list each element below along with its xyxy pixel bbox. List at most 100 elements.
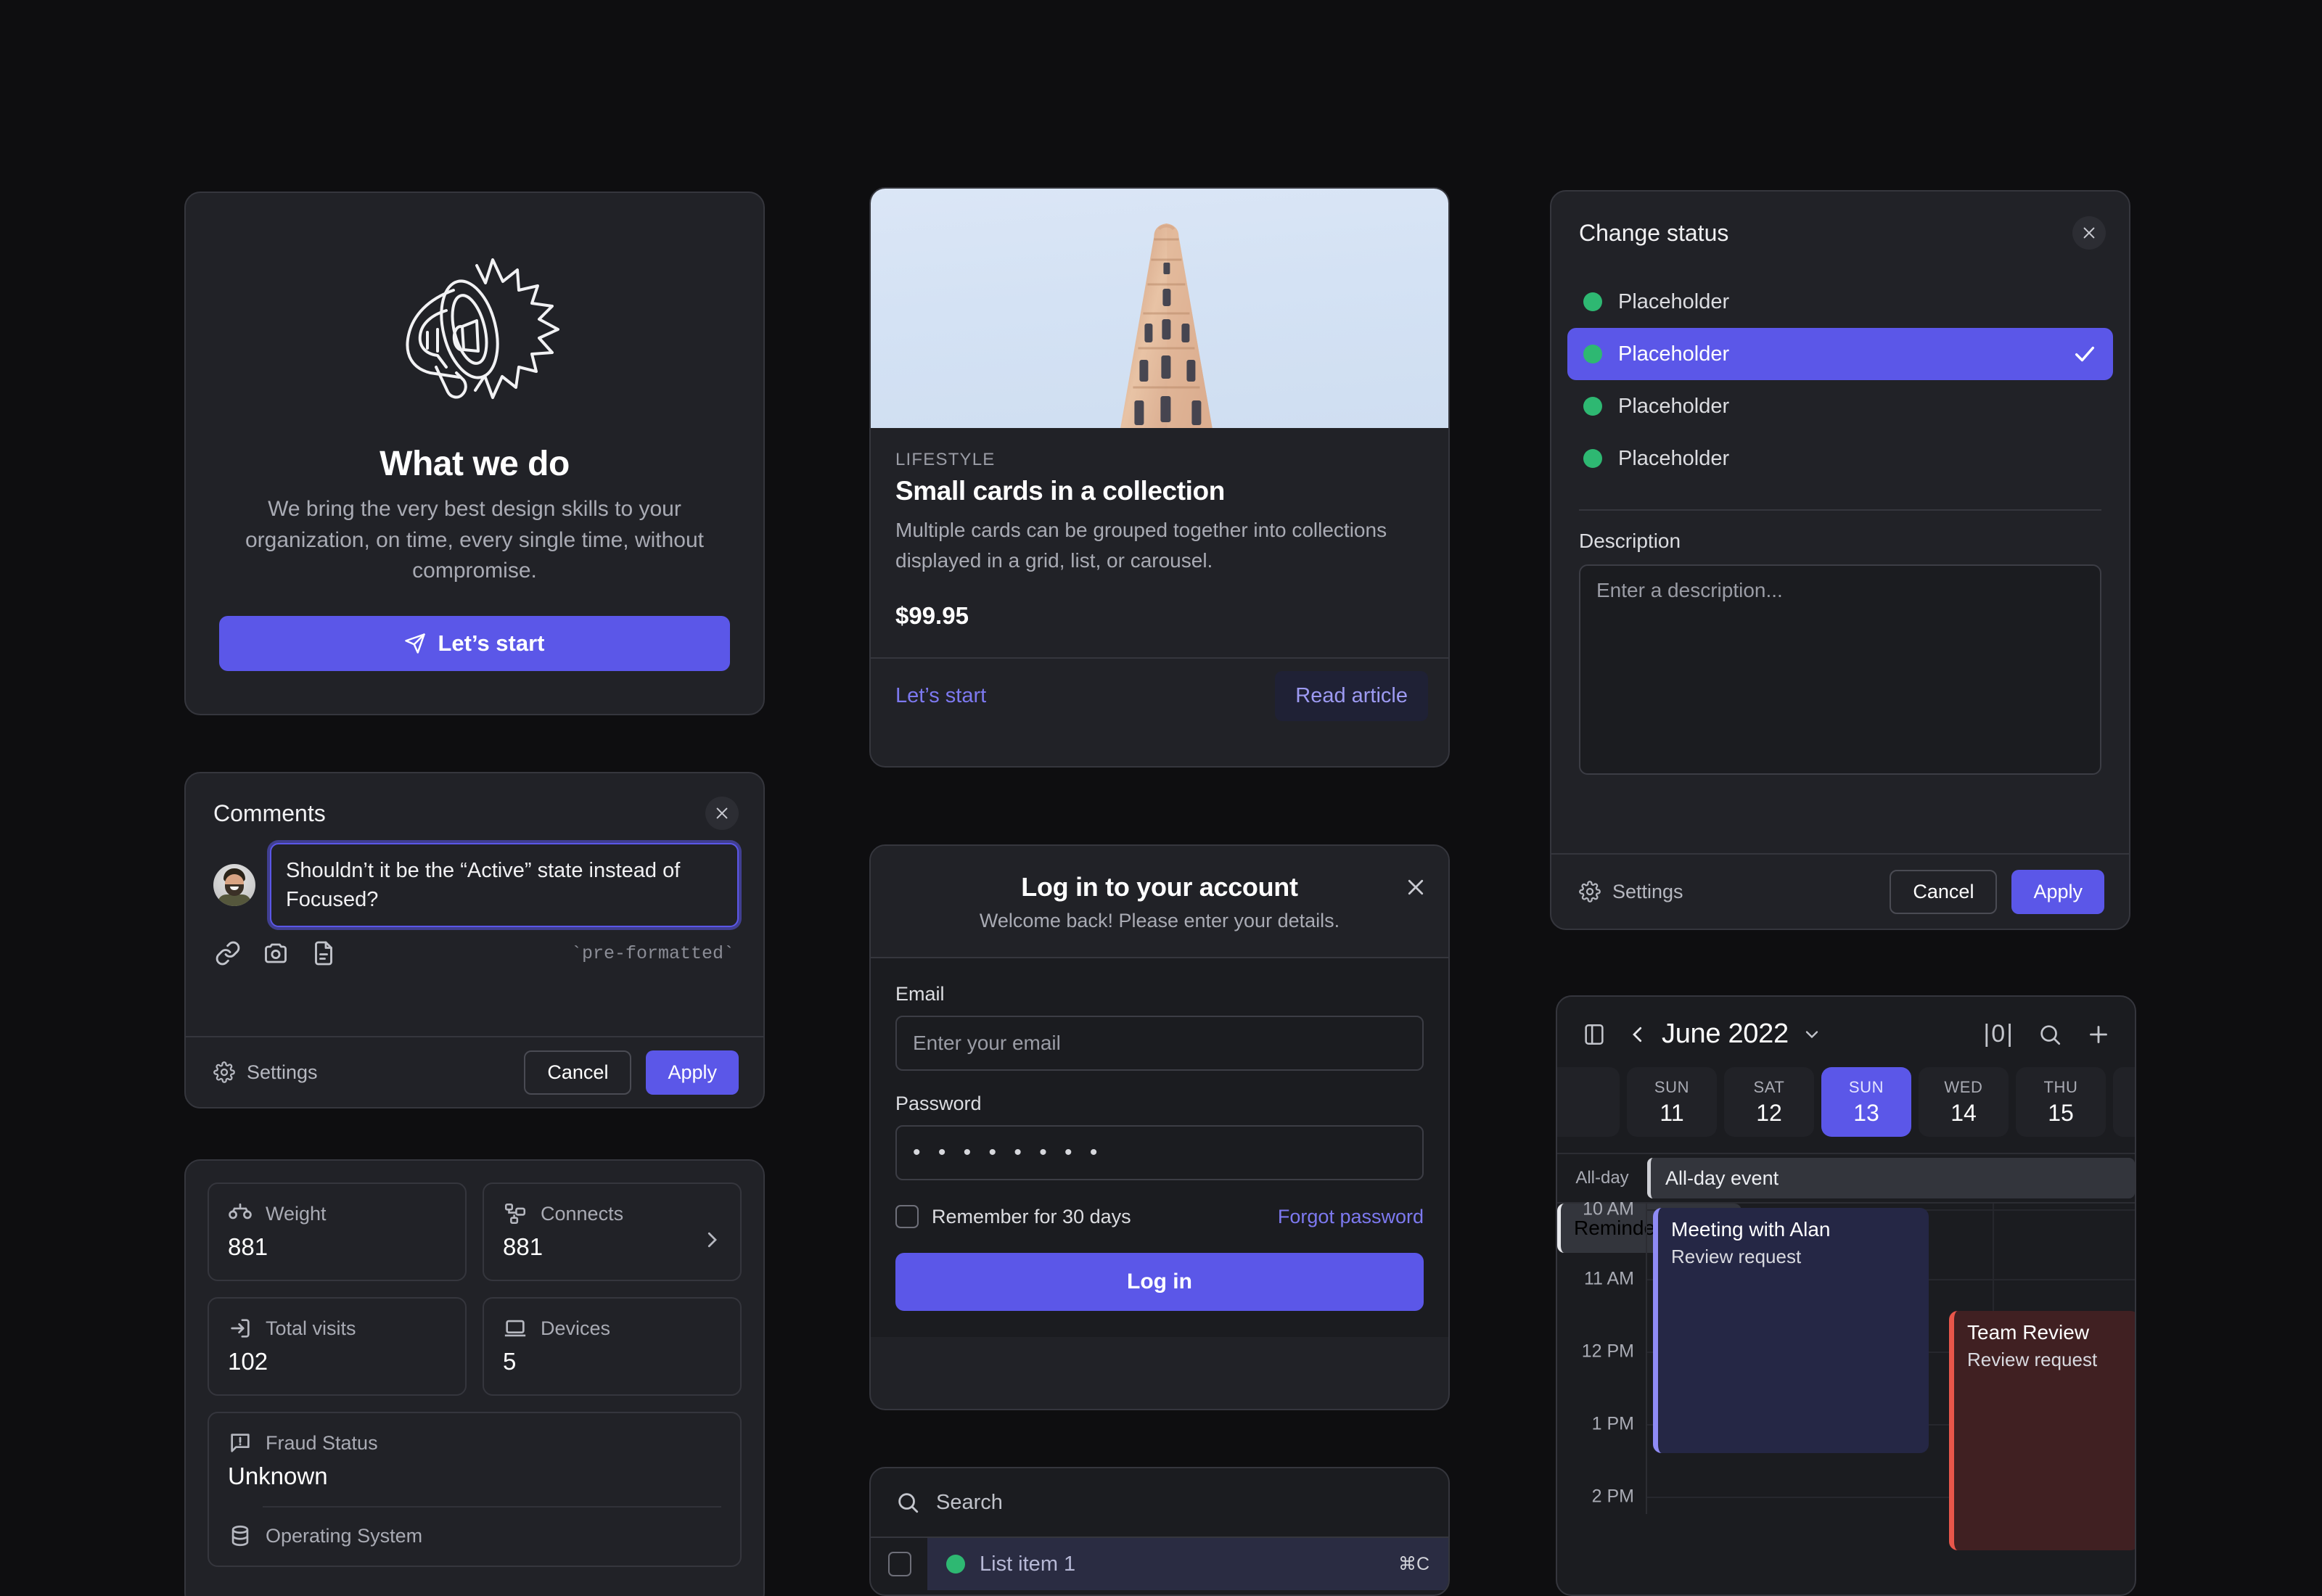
panel-icon[interactable] [1582,1022,1607,1047]
status-option-selected[interactable]: Placeholder [1567,328,2113,380]
settings-label: Settings [247,1061,318,1083]
stat-label: Weight [266,1202,327,1225]
stat-value: 102 [228,1348,268,1375]
add-icon[interactable] [2085,1021,2112,1048]
login-body: Email Password • • • • • • • • Remember … [871,958,1448,1337]
calendar-event-team-review[interactable]: Team Review Review request [1949,1311,2135,1550]
stat-tile-connects[interactable]: Connects 881 [483,1182,742,1281]
calendar-event-meeting[interactable]: Meeting with Alan Review request [1653,1208,1929,1453]
search-icon[interactable] [2038,1022,2062,1047]
day-of-week: WED [1944,1077,1983,1096]
dialog-footer: Settings Cancel Apply [1551,853,2129,929]
comment-row: Shouldn’t it be the “Active” state inste… [186,830,763,928]
status-dot-icon [946,1555,965,1574]
day-number: 15 [2048,1099,2074,1126]
read-article-button[interactable]: Read article [1275,670,1428,721]
all-day-label: All-day [1575,1168,1629,1188]
apply-button[interactable]: Apply [2011,869,2104,914]
close-button[interactable] [705,797,739,830]
alert-message-icon [231,1433,250,1452]
apply-button[interactable]: Apply [646,1050,739,1095]
day-cell[interactable]: FRI 16 [2113,1067,2135,1137]
day-of-week: THU [2043,1077,2078,1096]
settings-button[interactable]: Settings [213,1061,318,1084]
list-item[interactable]: List item 1 ⌘C [871,1538,1448,1590]
status-option-label: Placeholder [1618,394,1730,418]
search-bar[interactable]: Search [871,1468,1448,1538]
status-dot-icon [1583,397,1602,416]
close-icon [2083,227,2095,239]
product-description: Multiple cards can be grouped together i… [895,519,1387,572]
check-icon [2075,346,2095,362]
status-option[interactable]: Placeholder [1567,276,2113,328]
close-icon [1408,879,1424,895]
day-cell[interactable]: SUN 11 [1627,1067,1717,1137]
search-input[interactable]: Search [936,1491,1003,1515]
comment-input[interactable]: Shouldn’t it be the “Active” state inste… [270,843,739,928]
day-number: 14 [1950,1099,1977,1126]
close-icon [716,807,728,819]
close-button[interactable] [2072,216,2106,250]
day-number: 13 [1853,1099,1879,1126]
format-hint: `pre-formatted` [570,942,734,964]
list-item-checkbox[interactable] [888,1552,911,1576]
fraud-status-value: Unknown [228,1463,328,1489]
lets-start-link[interactable]: Let’s start [895,684,986,708]
calendar-month-label[interactable]: June 2022 [1662,1019,1789,1050]
link-icon[interactable] [213,939,242,968]
chevron-down-icon[interactable] [1802,1024,1822,1045]
all-day-event[interactable]: All-day event [1647,1158,2135,1198]
fraud-status-label: Fraud Status [266,1431,378,1454]
description-section: Description [1551,511,2129,778]
comments-footer: Settings Cancel Apply [186,1036,763,1107]
day-cell-selected[interactable]: SUN 13 [1821,1067,1911,1137]
password-label: Password [895,1093,982,1114]
password-field[interactable]: • • • • • • • • [895,1125,1424,1180]
time-label: 12 PM [1581,1341,1634,1362]
stat-tile-devices[interactable]: Devices 5 [483,1297,742,1396]
email-field[interactable] [895,1016,1424,1071]
avatar [213,864,255,907]
search-icon [898,1493,919,1513]
columns-icon[interactable]: |0| [1983,1020,2014,1048]
stat-tile-total-visits[interactable]: Total visits 102 [208,1297,467,1396]
camera-icon[interactable] [261,939,290,968]
status-dot-icon [1583,449,1602,468]
status-option-label: Placeholder [1618,342,1730,366]
what-we-do-body: We bring the very best design skills to … [245,497,704,583]
description-textarea[interactable] [1579,564,2101,775]
comments-card: Comments Shouldn’t it be the “Active” st… [184,772,765,1108]
day-cell-partial[interactable] [1557,1067,1620,1137]
log-in-button[interactable]: Log in [895,1253,1424,1311]
stat-value: 881 [228,1233,268,1260]
status-dot-icon [1583,345,1602,363]
list-item-content[interactable]: List item 1 ⌘C [927,1538,1448,1590]
status-option[interactable]: Placeholder [1567,380,2113,432]
stat-value: 881 [503,1233,543,1260]
event-subtitle: Review request [1967,1349,2098,1370]
close-button[interactable] [1405,876,1427,900]
login-header: Log in to your account Welcome back! Ple… [871,846,1448,958]
forgot-password-link[interactable]: Forgot password [1278,1206,1424,1228]
event-title: Meeting with Alan [1671,1218,1831,1241]
product-title: Small cards in a collection [895,476,1225,506]
remember-row: Remember for 30 days Forgot password [895,1205,1424,1228]
day-cell[interactable]: THU 15 [2016,1067,2106,1137]
document-icon[interactable] [309,939,338,968]
stat-tile-weight[interactable]: Weight 881 [208,1182,467,1281]
description-label: Description [1579,530,1681,552]
event-subtitle: Review request [1671,1246,1802,1267]
day-cell[interactable]: SAT 12 [1724,1067,1814,1137]
chevron-left-icon[interactable] [1627,1024,1649,1045]
lets-start-button[interactable]: Let’s start [219,615,730,671]
cancel-button[interactable]: Cancel [1890,869,1998,914]
cancel-button[interactable]: Cancel [524,1050,632,1095]
day-cell[interactable]: WED 14 [1919,1067,2009,1137]
calendar-day-strip: SUN 11 SAT 12 SUN 13 WED 14 THU 15 FRI 1… [1557,1067,2135,1137]
operating-system-label: Operating System [266,1524,423,1547]
settings-button[interactable]: Settings [1579,881,1683,903]
calendar-time-grid: 10 AM 11 AM 12 PM 1 PM 2 PM Meeting with… [1557,1199,2135,1550]
remember-checkbox[interactable]: Remember for 30 days [895,1205,1131,1228]
stat-label: Devices [541,1317,611,1339]
status-option[interactable]: Placeholder [1567,432,2113,485]
